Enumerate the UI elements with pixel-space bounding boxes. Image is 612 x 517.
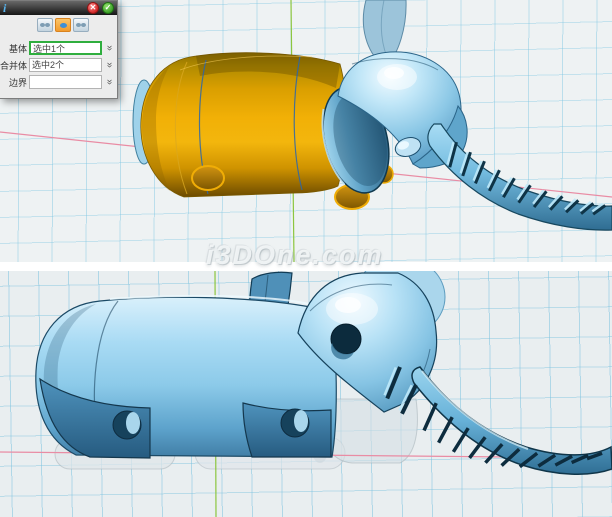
union-icon <box>40 23 45 27</box>
intersect-icon <box>76 23 81 27</box>
subtract-mode-button[interactable] <box>55 18 71 32</box>
elephant-body-selected[interactable] <box>141 53 346 197</box>
dialog-titlebar: i ✕ ✓ <box>0 1 117 15</box>
model-canvas-bottom <box>0 271 612 517</box>
expand-icon[interactable] <box>104 77 114 87</box>
viewport-bottom[interactable] <box>0 271 612 517</box>
intersect-mode-button[interactable] <box>73 18 89 32</box>
boolean-mode-buttons <box>0 15 117 35</box>
merge-body-field[interactable]: 选中2个 <box>29 58 102 72</box>
boundary-row: 边界 <box>0 75 114 89</box>
app-window: i3DOne.com <box>0 0 612 517</box>
base-body-label: 基体 <box>0 42 27 55</box>
base-body-row: 基体 选中1个 <box>0 41 114 55</box>
expand-icon[interactable] <box>104 43 114 53</box>
boundary-field[interactable] <box>29 75 102 89</box>
confirm-icon[interactable]: ✓ <box>102 2 114 14</box>
info-icon: i <box>3 2 6 14</box>
close-icon[interactable]: ✕ <box>87 2 99 14</box>
boundary-label: 边界 <box>0 76 27 89</box>
merge-body-label: 合并体 <box>0 59 27 72</box>
expand-icon[interactable] <box>104 60 114 70</box>
watermark: i3DOne.com <box>206 240 384 271</box>
combine-dialog: i ✕ ✓ 基体 选中1个 合并体 选中2个 边界 <box>0 0 118 99</box>
union-mode-button[interactable] <box>37 18 53 32</box>
subtract-icon <box>60 23 67 28</box>
base-body-field[interactable]: 选中1个 <box>29 41 102 55</box>
dialog-fields: 基体 选中1个 合并体 选中2个 边界 <box>0 35 117 98</box>
merge-body-row: 合并体 选中2个 <box>0 58 114 72</box>
